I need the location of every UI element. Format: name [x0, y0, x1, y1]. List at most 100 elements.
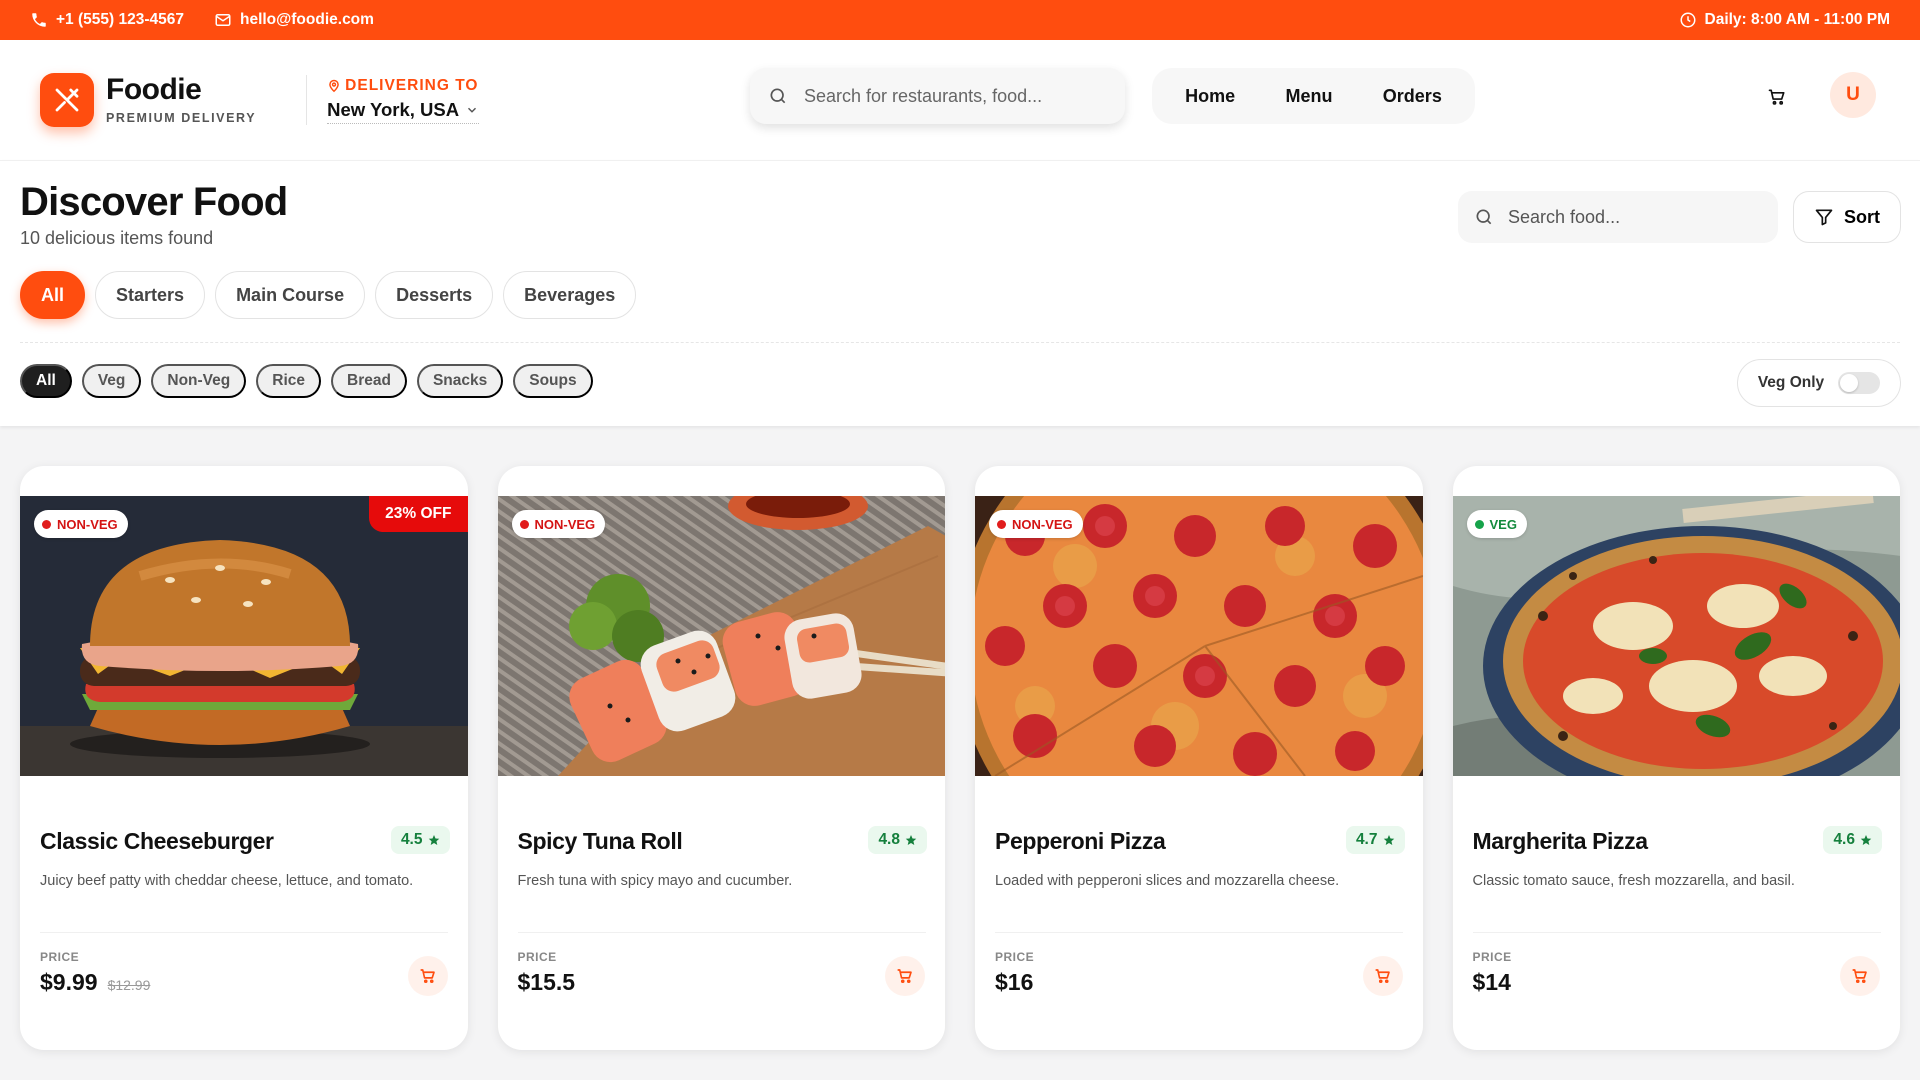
mail-icon: [215, 14, 231, 26]
chip-rice[interactable]: Rice: [256, 364, 322, 398]
results-count: 10 delicious items found: [20, 228, 214, 248]
veg-only-toggle[interactable]: Veg Only: [1737, 359, 1901, 407]
brand-name: Foodie: [106, 73, 202, 106]
card-divider: [995, 932, 1403, 933]
price-label: PRICE: [40, 950, 80, 964]
food-description: Classic tomato sauce, fresh mozzarella, …: [1472, 873, 1795, 889]
food-card[interactable]: NON-VEG 23% OFF Classic Cheeseburger 4.5…: [20, 466, 468, 1050]
user-avatar[interactable]: U: [1830, 72, 1876, 118]
sort-label: Sort: [1844, 206, 1880, 227]
contact-group: +1 (555) 123-4567 hello@foodie.com: [30, 11, 374, 29]
cart-icon: [1852, 969, 1867, 984]
star-icon: [428, 835, 439, 845]
chip-snacks[interactable]: Snacks: [416, 364, 504, 398]
chip-soups[interactable]: Soups: [513, 364, 593, 398]
food-title[interactable]: Pepperoni Pizza: [995, 828, 1166, 855]
food-search-bar[interactable]: [1458, 191, 1778, 243]
delivery-city[interactable]: New York, USA: [327, 99, 480, 124]
add-to-cart-button[interactable]: [885, 956, 925, 996]
category-all[interactable]: All: [20, 271, 86, 319]
food-search-input[interactable]: [1508, 206, 1758, 228]
phone-number: +1 (555) 123-4567: [56, 11, 184, 28]
brand-text: Foodie PREMIUM DELIVERY: [106, 73, 257, 126]
price: $14: [1473, 969, 1511, 996]
food-grid: NON-VEG 23% OFF Classic Cheeseburger 4.5…: [20, 466, 1900, 1050]
pepperoni-pizza-illustration: [975, 496, 1423, 776]
category-main-course[interactable]: Main Course: [215, 271, 366, 319]
food-title[interactable]: Margherita Pizza: [1473, 828, 1649, 855]
add-to-cart-button[interactable]: [1840, 956, 1880, 996]
nav-home[interactable]: Home: [1185, 86, 1235, 107]
veg-badge: VEG: [1466, 510, 1527, 538]
delivery-location[interactable]: DELIVERING TO New York, USA: [327, 77, 480, 124]
rating-value: 4.7: [1355, 831, 1378, 848]
brand-logo[interactable]: Foodie PREMIUM DELIVERY: [40, 73, 256, 127]
top-info-bar: +1 (555) 123-4567 hello@foodie.com Daily…: [0, 0, 1920, 40]
add-to-cart-button[interactable]: [407, 956, 448, 996]
badge-text: VEG: [1489, 516, 1517, 532]
food-title[interactable]: Spicy Tuna Roll: [518, 828, 683, 855]
logo-mark: [40, 73, 94, 127]
chip-non-veg[interactable]: Non-Veg: [151, 364, 247, 398]
non-veg-dot: [997, 519, 1006, 529]
brand-tagline: PREMIUM DELIVERY: [106, 111, 257, 125]
price: $16: [995, 969, 1033, 996]
header-search-bar[interactable]: [750, 68, 1125, 124]
burger-illustration: [20, 496, 468, 776]
food-card[interactable]: NON-VEG Pepperoni Pizza 4.7 Loaded with …: [975, 466, 1423, 1050]
current-price: $9.99: [40, 969, 98, 995]
star-icon: [1383, 835, 1394, 845]
sushi-image: [497, 496, 945, 776]
price-label: PRICE: [995, 950, 1035, 964]
sushi-illustration: [497, 496, 945, 776]
chip-all[interactable]: All: [20, 364, 72, 398]
phone-contact[interactable]: +1 (555) 123-4567: [30, 11, 184, 29]
card-divider: [517, 932, 926, 933]
food-card[interactable]: NON-VEG Spicy Tuna Roll 4.8 Fresh tuna w…: [497, 466, 945, 1050]
current-price: $16: [995, 969, 1034, 995]
rating-value: 4.6: [1833, 831, 1855, 848]
filter-divider: [20, 342, 1900, 343]
utensils-icon: [55, 88, 79, 112]
filters-panel: Discover Food 10 delicious items found S…: [0, 160, 1920, 426]
header-search-input[interactable]: [804, 85, 1094, 107]
veg-only-label: Veg Only: [1757, 374, 1825, 391]
price-label: PRICE: [517, 950, 557, 964]
category-beverages[interactable]: Beverages: [503, 271, 637, 319]
add-to-cart-button[interactable]: [1362, 956, 1403, 996]
margherita-pizza-illustration: [1452, 496, 1900, 776]
header-cart-button[interactable]: [1762, 82, 1792, 112]
delivery-label: DELIVERING TO: [327, 77, 479, 95]
rating-badge: 4.6: [1823, 826, 1882, 854]
category-desserts[interactable]: Desserts: [375, 271, 494, 319]
star-icon: [1860, 835, 1872, 845]
search-icon: [770, 88, 786, 104]
card-divider: [40, 932, 448, 933]
email-contact[interactable]: hello@foodie.com: [214, 11, 374, 29]
sort-button[interactable]: Sort: [1793, 191, 1901, 243]
filter-icon: [1815, 209, 1833, 226]
phone-icon: [32, 13, 46, 27]
chip-bread[interactable]: Bread: [331, 364, 407, 398]
cart-icon: [419, 969, 435, 984]
cart-icon: [1374, 969, 1390, 984]
price-label: PRICE: [1472, 950, 1512, 964]
category-starters[interactable]: Starters: [95, 271, 206, 319]
current-price: $15.5: [517, 969, 576, 995]
rating-value: 4.5: [400, 831, 423, 848]
pepperoni-pizza-image: [975, 496, 1423, 776]
chip-veg[interactable]: Veg: [81, 364, 142, 398]
veg-only-switch[interactable]: [1838, 372, 1881, 394]
card-divider: [1472, 932, 1881, 933]
switch-knob: [1840, 374, 1859, 392]
badge-text: NON-VEG: [1012, 516, 1073, 532]
burger-image: [20, 496, 468, 776]
rating-badge: 4.8: [868, 826, 927, 854]
delivery-label-text: DELIVERING TO: [345, 76, 479, 94]
food-card[interactable]: VEG Margherita Pizza 4.6 Classic tomato …: [1452, 466, 1900, 1050]
non-veg-badge: NON-VEG: [34, 510, 128, 538]
nav-menu[interactable]: Menu: [1285, 86, 1332, 107]
nav-orders[interactable]: Orders: [1383, 86, 1442, 107]
food-title[interactable]: Classic Cheeseburger: [40, 828, 274, 855]
cart-icon: [1768, 89, 1785, 105]
